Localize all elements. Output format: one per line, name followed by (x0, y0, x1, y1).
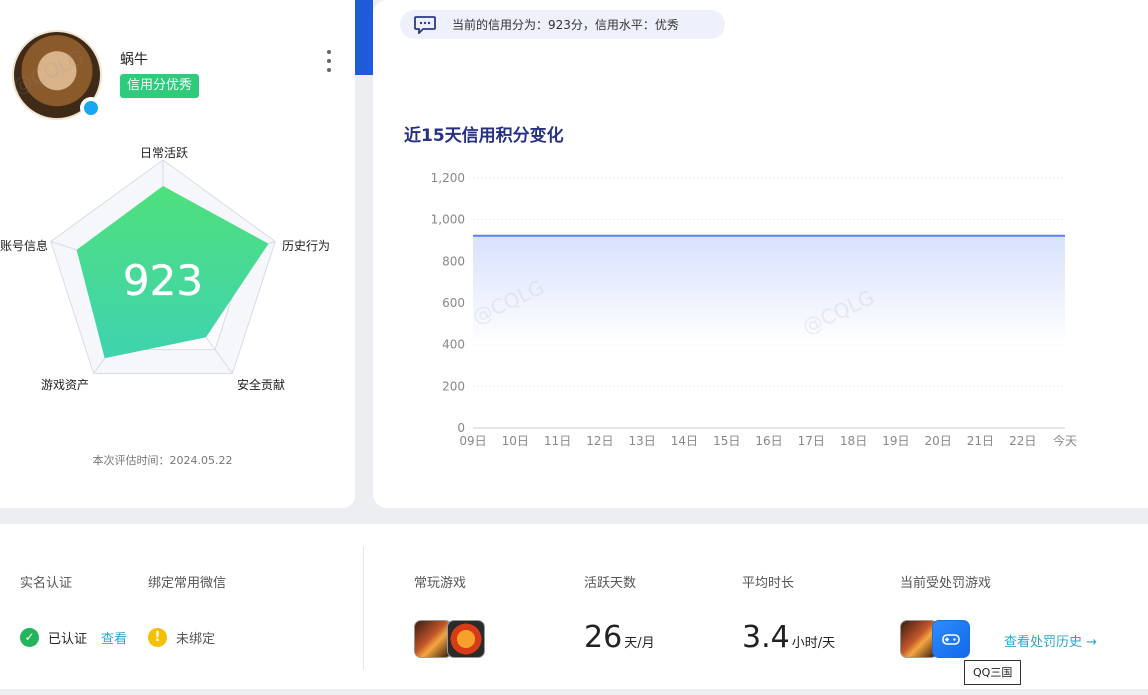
x-tick-label: 15日 (713, 434, 740, 448)
y-tick-label: 1,000 (431, 213, 465, 227)
username: 蜗牛 (120, 52, 148, 68)
message-icon (414, 15, 436, 34)
realname-label: 实名认证 (20, 576, 73, 591)
x-tick-label: 20日 (925, 434, 952, 448)
wechat-label: 绑定常用微信 (148, 576, 227, 591)
chart-title: 近15天信用积分变化 (404, 126, 564, 146)
notice-text: 当前的信用分为：923分，信用水平：优秀 (452, 18, 679, 32)
y-tick-label: 200 (442, 379, 465, 393)
x-tick-label: 14日 (671, 434, 698, 448)
x-tick-label: 11日 (544, 434, 571, 448)
active-days-label: 活跃天数 (584, 576, 637, 591)
punished-label: 当前受处罚游戏 (900, 576, 992, 591)
y-tick-label: 0 (457, 421, 465, 435)
credit-score: 923 (123, 256, 203, 305)
warning-icon: ! (148, 628, 167, 647)
x-tick-label: 17日 (798, 434, 825, 448)
x-tick-label: 12日 (586, 434, 613, 448)
avg-time-label: 平均时长 (742, 576, 795, 591)
profile-card: 蜗牛 信用分优秀 923 日常活跃 历史行为 安全贡献 游戏资产 账号信息 本次… (0, 0, 355, 508)
y-tick-label: 400 (442, 338, 465, 352)
radar-label-account: 账号信息 (0, 239, 49, 253)
game-tooltip: QQ三国 (964, 660, 1022, 685)
series-area (473, 235, 1065, 345)
evaluation-time: 本次评估时间：2024.05.22 (92, 454, 233, 467)
x-tick-label: 13日 (629, 434, 656, 448)
divider (363, 546, 364, 670)
y-tick-label: 600 (442, 296, 465, 310)
x-tick-label: 22日 (1009, 434, 1036, 448)
credit-level-badge: 信用分优秀 (120, 74, 200, 98)
active-days-value: 26 天/月 (584, 620, 655, 655)
y-tick-label: 1,200 (431, 171, 465, 185)
radar-label-security: 安全贡献 (237, 378, 286, 392)
x-tick-label: 16日 (755, 434, 782, 448)
x-tick-label: 09日 (459, 434, 486, 448)
view-realname-link[interactable]: 查看 (101, 628, 127, 647)
avg-time-value: 3.4 小时/天 (742, 620, 835, 655)
radar-label-assets: 游戏资产 (41, 378, 90, 392)
wechat-status-text: 未绑定 (176, 632, 216, 647)
x-tick-label: 18日 (840, 434, 867, 448)
radar-label-daily-active: 日常活跃 (140, 146, 189, 160)
radar-label-history: 历史行为 (282, 239, 331, 253)
check-icon: ✓ (20, 628, 39, 647)
active-days-unit: 天/月 (624, 636, 655, 651)
avg-time-number: 3.4 (742, 620, 790, 655)
credit-trend-chart: 0 200 400 600 800 1,000 1,200 09日 10日 11日 12日 13日 1… (431, 171, 1077, 448)
active-days-number: 26 (584, 620, 623, 655)
games-label: 常玩游戏 (414, 576, 467, 591)
credit-radar-chart: 923 日常活跃 历史行为 安全贡献 游戏资产 账号信息 (0, 135, 355, 395)
realname-status: ✓ 已认证 查看 (20, 628, 127, 647)
more-menu-icon[interactable] (322, 50, 336, 72)
gamepad-icon (942, 634, 960, 645)
x-tick-label: 19日 (882, 434, 909, 448)
avg-time-unit: 小时/天 (791, 636, 836, 651)
realname-status-text: 已认证 (48, 632, 88, 647)
x-tick-label: 今天 (1053, 433, 1077, 448)
game-icon-cf[interactable] (447, 620, 485, 658)
view-punish-history-link[interactable]: 查看处罚历史 → (1004, 631, 1097, 650)
y-tick-label: 800 (442, 254, 465, 268)
radar-svg: 923 (50, 159, 276, 374)
credit-notice: 当前的信用分为：923分，信用水平：优秀 (400, 10, 725, 39)
x-tick-label: 21日 (967, 434, 994, 448)
x-tick-label: 10日 (502, 434, 529, 448)
qq-badge-icon (80, 97, 102, 119)
accent-strip (355, 0, 373, 75)
punished-game-icon-qq[interactable] (932, 620, 970, 658)
wechat-status: ! 未绑定 (148, 628, 215, 647)
